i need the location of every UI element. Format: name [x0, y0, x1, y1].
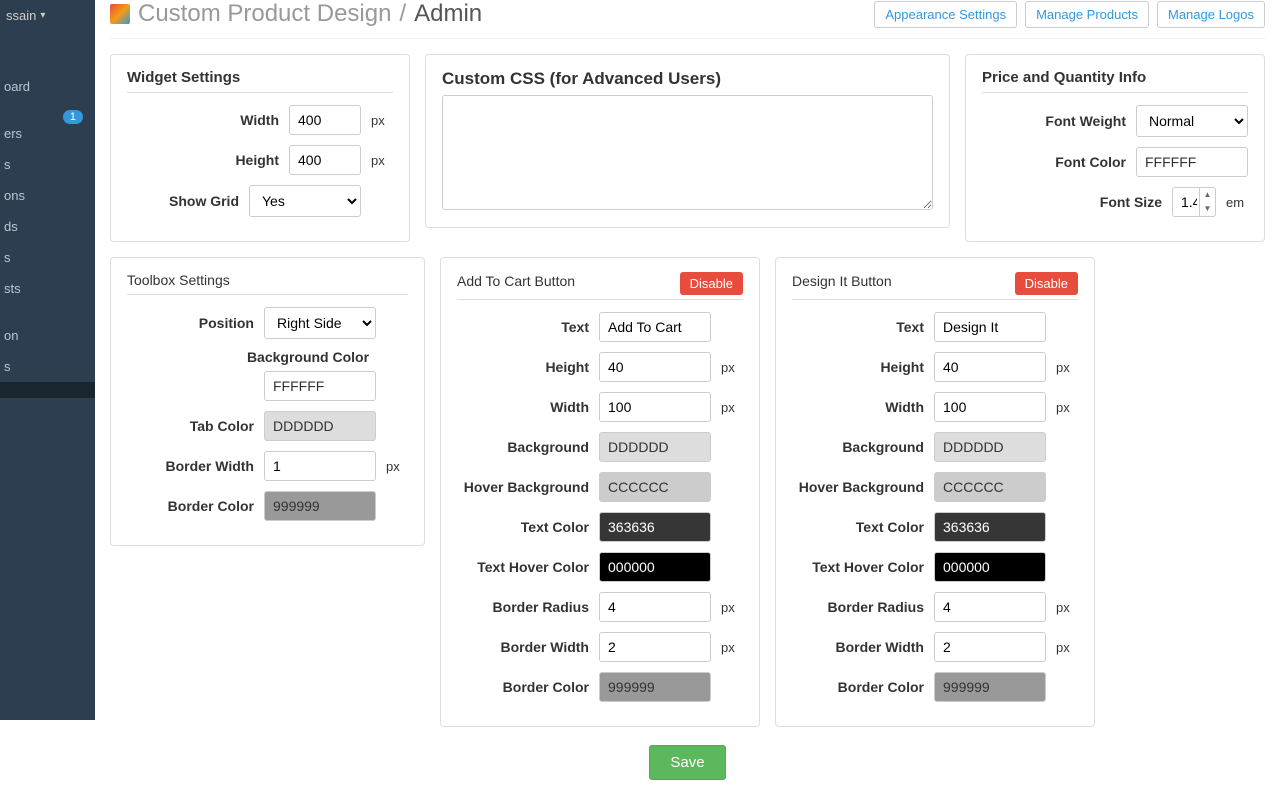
addcart-text-input[interactable] — [599, 312, 711, 342]
panel-title: Toolbox Settings — [127, 272, 408, 288]
design-border-width-input[interactable] — [934, 632, 1046, 662]
addcart-border-radius-input[interactable] — [599, 592, 711, 622]
panel-title: Price and Quantity Info — [982, 69, 1248, 86]
font-weight-select[interactable]: Normal — [1136, 105, 1248, 137]
manage-products-button[interactable]: Manage Products — [1025, 1, 1149, 28]
addcart-border-color-input[interactable] — [599, 672, 711, 702]
font-color-input[interactable] — [1136, 147, 1248, 177]
design-bg-input[interactable] — [934, 432, 1046, 462]
toolbox-border-width-input[interactable] — [264, 451, 376, 481]
panel-title: Widget Settings — [127, 69, 393, 86]
sidebar-item[interactable] — [0, 304, 95, 320]
sidebar-item[interactable]: ds — [0, 211, 95, 242]
addcart-disable-button[interactable]: Disable — [680, 272, 743, 295]
design-text-color-input[interactable] — [934, 512, 1046, 542]
sidebar-item[interactable]: oard — [0, 71, 95, 102]
addcart-hover-bg-input[interactable] — [599, 472, 711, 502]
page-title: Custom Product Design / Admin — [110, 0, 482, 28]
spin-up-icon[interactable]: ▲ — [1200, 188, 1215, 202]
addcart-height-input[interactable] — [599, 352, 711, 382]
custom-css-panel: Custom CSS (for Advanced Users) — [425, 54, 950, 228]
appearance-settings-button[interactable]: Appearance Settings — [874, 1, 1017, 28]
sidebar-item[interactable] — [0, 382, 95, 398]
show-grid-select[interactable]: Yes — [249, 185, 361, 217]
sidebar-item[interactable]: s — [0, 351, 95, 382]
design-width-input[interactable] — [934, 392, 1046, 422]
toolbox-bg-color-input[interactable] — [264, 371, 376, 401]
font-size-spinner: ▲▼ — [1172, 187, 1216, 217]
user-name: ssain — [6, 8, 36, 23]
design-disable-button[interactable]: Disable — [1015, 272, 1078, 295]
addcart-bg-input[interactable] — [599, 432, 711, 462]
design-border-radius-input[interactable] — [934, 592, 1046, 622]
chevron-down-icon: ▾ — [40, 10, 45, 21]
sidebar: ssain ▾ oard 1 ers s ons ds s sts on s — [0, 0, 95, 720]
panel-title: Add To Cart Button — [457, 273, 575, 289]
design-border-color-input[interactable] — [934, 672, 1046, 702]
sidebar-item[interactable]: on — [0, 320, 95, 351]
sidebar-item[interactable]: ons — [0, 180, 95, 211]
design-height-input[interactable] — [934, 352, 1046, 382]
panel-title: Custom CSS (for Advanced Users) — [442, 69, 933, 89]
sidebar-item[interactable]: s — [0, 242, 95, 273]
sidebar-item[interactable]: sts — [0, 273, 95, 304]
spin-down-icon[interactable]: ▼ — [1200, 202, 1215, 216]
add-to-cart-panel: Add To Cart ButtonDisable Text Heightpx … — [440, 257, 760, 727]
widget-settings-panel: Widget Settings Widthpx Heightpx Show Gr… — [110, 54, 410, 242]
widget-width-input[interactable] — [289, 105, 361, 135]
toolbox-settings-panel: Toolbox Settings PositionRight Side Back… — [110, 257, 425, 546]
addcart-text-hover-color-input[interactable] — [599, 552, 711, 582]
sidebar-item[interactable]: s — [0, 149, 95, 180]
price-quantity-panel: Price and Quantity Info Font WeightNorma… — [965, 54, 1265, 242]
addcart-text-color-input[interactable] — [599, 512, 711, 542]
addcart-border-width-input[interactable] — [599, 632, 711, 662]
page-header: Custom Product Design / Admin Appearance… — [110, 0, 1265, 39]
toolbox-position-select[interactable]: Right Side — [264, 307, 376, 339]
toolbox-tab-color-input[interactable] — [264, 411, 376, 441]
save-button[interactable]: Save — [649, 745, 725, 780]
toolbox-border-color-input[interactable] — [264, 491, 376, 521]
sidebar-item[interactable]: ers — [0, 118, 95, 149]
manage-logos-button[interactable]: Manage Logos — [1157, 1, 1265, 28]
sidebar-item[interactable]: 1 — [0, 102, 95, 118]
widget-height-input[interactable] — [289, 145, 361, 175]
design-hover-bg-input[interactable] — [934, 472, 1046, 502]
sidebar-nav: oard 1 ers s ons ds s sts on s — [0, 71, 95, 398]
design-text-input[interactable] — [934, 312, 1046, 342]
addcart-width-input[interactable] — [599, 392, 711, 422]
design-text-hover-color-input[interactable] — [934, 552, 1046, 582]
design-it-panel: Design It ButtonDisable Text Heightpx Wi… — [775, 257, 1095, 727]
user-menu[interactable]: ssain ▾ — [0, 0, 95, 31]
custom-css-textarea[interactable] — [442, 95, 933, 210]
panel-title: Design It Button — [792, 273, 892, 289]
app-logo-icon — [110, 4, 130, 24]
